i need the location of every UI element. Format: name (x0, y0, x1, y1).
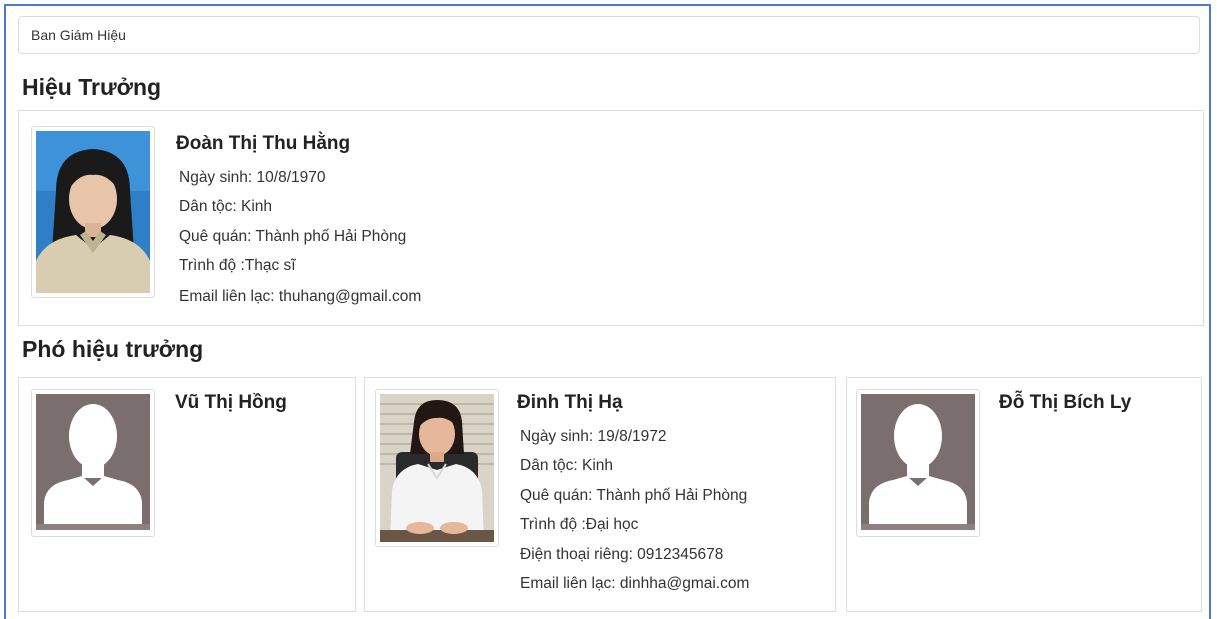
vice-3-name: Đỗ Thị Bích Ly (999, 392, 1132, 413)
breadcrumb: Ban Giám Hiệu (18, 16, 1200, 54)
principal-hometown: Quê quán: Thành phố Hải Phòng (179, 228, 407, 245)
principal-name: Đoàn Thị Thu Hằng (176, 133, 351, 154)
placeholder-avatar-icon (861, 394, 975, 530)
principal-section-title: Hiệu Trưởng (22, 74, 162, 100)
portrait-photo-icon (380, 394, 494, 542)
vice-1-photo (31, 389, 155, 537)
placeholder-avatar-icon (36, 394, 150, 530)
principal-qualification: Trình độ :Thạc sĩ (179, 257, 296, 274)
vice-2-name: Đinh Thị Hạ (517, 392, 623, 413)
vice-2-qualification: Trình độ :Đại học (520, 516, 639, 533)
principal-email: Email liên lạc: thuhang@gmail.com (179, 288, 422, 305)
vice-2-email: Email liên lạc: dinhha@gmai.com (520, 575, 750, 592)
vice-2-ethnicity: Dân tộc: Kinh (520, 457, 614, 474)
vice-2-birthdate: Ngày sinh: 19/8/1972 (520, 428, 667, 445)
vice-card-1: Vũ Thị Hồng (18, 377, 356, 612)
vice-card-2: Đinh Thị Hạ Ngày sinh: 19/8/1972 Dân tộc… (364, 377, 836, 612)
vice-1-name: Vũ Thị Hồng (175, 392, 287, 413)
principal-ethnicity: Dân tộc: Kinh (179, 198, 273, 215)
portrait-photo-icon (36, 131, 150, 293)
vice-2-phone: Điện thoại riêng: 0912345678 (520, 546, 724, 563)
vice-section-title: Phó hiệu trưởng (22, 336, 204, 362)
content-frame: Ban Giám Hiệu Hiệu Trưởng Đoàn Thị Thu H… (4, 4, 1211, 619)
breadcrumb-label: Ban Giám Hiệu (31, 27, 126, 43)
principal-birthdate: Ngày sinh: 10/8/1970 (179, 169, 326, 186)
vice-2-hometown: Quê quán: Thành phố Hải Phòng (520, 487, 748, 504)
principal-card: Đoàn Thị Thu Hằng Ngày sinh: 10/8/1970 D… (18, 110, 1204, 326)
vice-2-photo (375, 389, 499, 547)
vice-card-3: Đỗ Thị Bích Ly (846, 377, 1202, 612)
vice-3-photo (856, 389, 980, 537)
principal-photo (31, 126, 155, 298)
